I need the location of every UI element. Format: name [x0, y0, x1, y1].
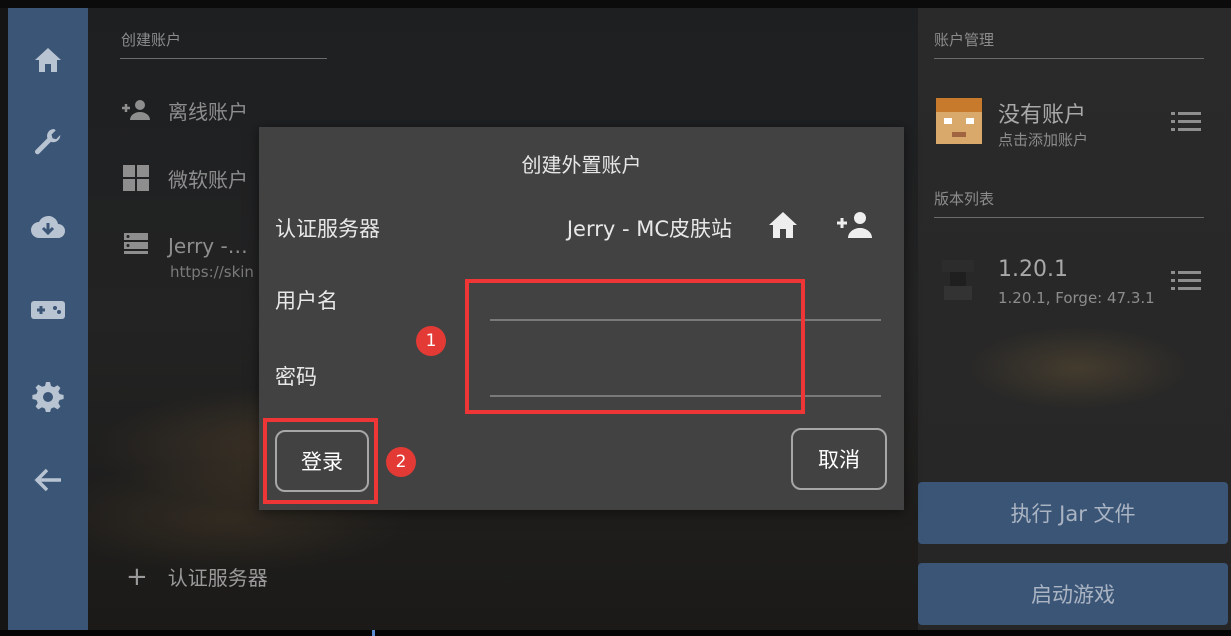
- account-subtitle: 点击添加账户: [998, 131, 1089, 149]
- annotation-box-login: [263, 418, 378, 504]
- version-subtitle: 1.20.1, Forge: 47.3.1: [998, 289, 1155, 307]
- version-menu-icon[interactable]: [1171, 270, 1201, 292]
- cancel-button[interactable]: 取消: [791, 428, 887, 490]
- top-bar: [0, 0, 1231, 8]
- windows-icon: [120, 162, 152, 194]
- dialog-title: 创建外置账户: [521, 153, 642, 177]
- microsoft-account-label: 微软账户: [168, 167, 248, 192]
- section-label-create-account: 创建账户: [121, 31, 182, 49]
- arrow-left-icon[interactable]: [30, 462, 66, 498]
- wrench-icon[interactable]: [30, 124, 66, 160]
- anvil-icon: [938, 256, 978, 304]
- auth-server-name: Jerry -…: [168, 234, 248, 258]
- account-title: 没有账户: [998, 103, 1087, 128]
- microsoft-account-item[interactable]: 微软账户: [120, 154, 248, 202]
- auth-server-value[interactable]: Jerry - MC皮肤站: [567, 213, 732, 243]
- version-title: 1.20.1: [998, 257, 1068, 282]
- home-icon[interactable]: [767, 210, 799, 240]
- home-icon[interactable]: [30, 42, 66, 78]
- annotation-badge-2: 2: [386, 447, 416, 477]
- offline-account-item[interactable]: 离线账户: [120, 86, 248, 134]
- avatar: [936, 98, 982, 144]
- add-auth-server-button[interactable]: + 认证服务器: [126, 562, 268, 591]
- offline-account-label: 离线账户: [168, 99, 248, 124]
- launch-game-button[interactable]: 启动游戏: [918, 563, 1228, 625]
- auth-server-url: https://skin: [170, 263, 254, 281]
- section-divider: [120, 58, 327, 59]
- cloud-download-icon[interactable]: [30, 210, 66, 246]
- bottom-bar: [0, 630, 1231, 636]
- password-label: 密码: [275, 365, 317, 389]
- person-add-icon: [120, 94, 152, 126]
- nav-rail: [8, 8, 88, 630]
- account-menu-icon[interactable]: [1171, 111, 1201, 133]
- annotation-box-fields: [465, 279, 805, 414]
- gamepad-icon[interactable]: [30, 292, 66, 328]
- annotation-badge-1: 1: [416, 326, 446, 356]
- plus-icon: +: [126, 561, 148, 592]
- add-auth-server-label: 认证服务器: [167, 566, 268, 590]
- person-add-icon[interactable]: [836, 211, 874, 239]
- username-label: 用户名: [275, 289, 338, 313]
- version-section-divider: [934, 217, 1204, 218]
- account-management-label: 账户管理: [934, 31, 995, 49]
- gear-icon[interactable]: [30, 378, 66, 414]
- auth-server-label: 认证服务器: [275, 217, 380, 241]
- version-list-label: 版本列表: [934, 190, 995, 208]
- run-jar-button[interactable]: 执行 Jar 文件: [918, 482, 1228, 544]
- account-section-divider: [934, 58, 1204, 59]
- server-icon: [120, 230, 152, 262]
